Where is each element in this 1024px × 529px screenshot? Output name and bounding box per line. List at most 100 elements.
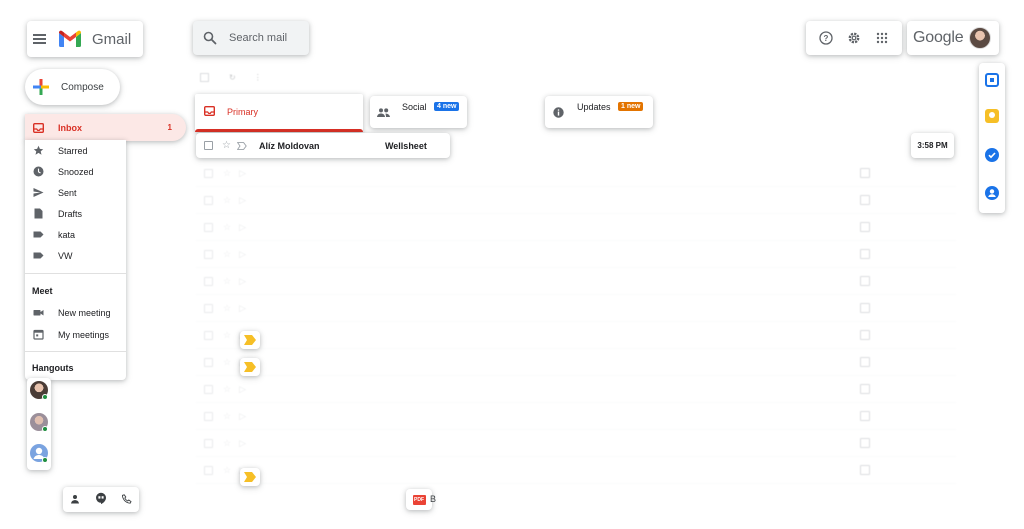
tab-social[interactable]: Social 4 new xyxy=(370,96,467,128)
apps-grid-icon[interactable] xyxy=(873,29,891,47)
meet-new-meeting[interactable]: New meeting xyxy=(25,302,126,323)
meet-heading: Meet xyxy=(32,286,53,296)
tab-updates[interactable]: Updates 1 new xyxy=(545,96,653,128)
inbox-icon xyxy=(204,106,215,116)
main-menu-icon[interactable] xyxy=(33,34,46,44)
plus-icon xyxy=(33,79,49,95)
sidebar-item-starred[interactable]: Starred xyxy=(25,140,126,161)
tab-social-label: Social xyxy=(402,102,427,112)
email-row[interactable]: ☆▷ xyxy=(196,430,956,457)
people-icon xyxy=(377,108,390,117)
person-icon[interactable] xyxy=(70,491,80,509)
help-icon[interactable]: ? xyxy=(817,29,835,47)
attachment-chip[interactable]: PDF xyxy=(406,489,432,510)
online-status-dot xyxy=(42,457,48,463)
calendar-icon xyxy=(33,329,44,340)
header-actions: ? xyxy=(806,21,902,55)
tab-social-badge: 4 new xyxy=(434,102,460,111)
send-icon xyxy=(33,187,44,198)
attachment-name[interactable]: B xyxy=(430,494,436,504)
tab-updates-label: Updates xyxy=(577,102,611,112)
online-status-dot xyxy=(42,426,48,432)
google-calendar-icon[interactable] xyxy=(985,73,999,87)
gmail-logo-icon xyxy=(59,30,81,47)
email-row[interactable]: ☆▷ xyxy=(196,376,956,403)
compose-label: Compose xyxy=(61,81,104,93)
settings-gear-icon[interactable] xyxy=(845,29,863,47)
email-row-selected[interactable]: ☆ Alíz Moldovan Wellsheet xyxy=(196,133,450,158)
sidebar-item-sent[interactable]: Sent xyxy=(25,182,126,203)
sidebar-item-inbox[interactable]: Inbox 1 xyxy=(25,114,186,141)
search-box[interactable]: Search mail xyxy=(193,21,309,55)
tab-primary-label: Primary xyxy=(227,107,258,117)
email-row[interactable]: ☆▷ xyxy=(196,295,956,322)
email-row[interactable]: ☆▷ xyxy=(196,349,956,376)
more-icon[interactable]: ⋮ xyxy=(254,73,262,82)
email-row[interactable]: ☆▷ xyxy=(196,214,956,241)
sidebar-item-vw[interactable]: VW xyxy=(25,245,126,266)
google-account[interactable]: Google xyxy=(907,21,999,55)
inbox-background: ↻ ⋮ ☆▷ ☆▷ ☆▷ ☆▷ ☆▷ ☆▷ ☆▷ ☆▷ ☆▷ ☆▷ ☆▷ ☆▷ xyxy=(0,0,1024,529)
email-row[interactable]: ☆▷ xyxy=(196,268,956,295)
inbox-unread-count: 1 xyxy=(167,123,172,132)
email-row[interactable]: ☆▷ xyxy=(196,403,956,430)
star-icon xyxy=(33,145,44,156)
select-all-checkbox[interactable] xyxy=(200,72,209,82)
divider xyxy=(25,351,126,352)
email-subject: Wellsheet xyxy=(384,140,427,151)
importance-tag[interactable] xyxy=(240,331,260,349)
email-sender: Alíz Moldovan xyxy=(258,140,320,151)
sidebar-item-drafts[interactable]: Drafts xyxy=(25,203,126,224)
gmail-app: ↻ ⋮ ☆▷ ☆▷ ☆▷ ☆▷ ☆▷ ☆▷ ☆▷ ☆▷ ☆▷ ☆▷ ☆▷ ☆▷ … xyxy=(0,0,1024,529)
tab-updates-badge: 1 new xyxy=(618,102,644,111)
importance-marker-icon xyxy=(244,362,256,372)
importance-marker-icon xyxy=(244,335,256,345)
divider xyxy=(25,273,126,274)
sidebar-item-snoozed[interactable]: Snoozed xyxy=(25,161,126,182)
importance-tag[interactable] xyxy=(240,358,260,376)
hangouts-heading: Hangouts xyxy=(32,363,74,373)
google-tasks-icon[interactable] xyxy=(985,148,999,162)
row-checkbox[interactable] xyxy=(204,141,213,150)
email-time: 3:58 PM xyxy=(911,133,954,158)
info-icon xyxy=(553,107,564,118)
email-row[interactable]: ☆▷ xyxy=(196,457,956,484)
email-row[interactable]: ☆▷ xyxy=(196,241,956,268)
sidebar-menu: Starred Snoozed Sent Drafts kata VW Meet… xyxy=(25,140,126,380)
label-icon xyxy=(33,229,44,240)
importance-tag[interactable] xyxy=(240,468,260,486)
google-wordmark: Google xyxy=(913,29,964,46)
inbox-icon xyxy=(33,122,44,133)
label-icon xyxy=(33,250,44,261)
refresh-icon[interactable]: ↻ xyxy=(229,73,236,82)
pdf-icon: PDF xyxy=(412,494,426,505)
email-row[interactable]: ☆▷ xyxy=(196,187,956,214)
search-input[interactable]: Search mail xyxy=(229,32,287,44)
gmail-logo-bar: Gmail xyxy=(27,21,143,57)
inbox-toolbar: ↻ ⋮ xyxy=(200,70,950,84)
account-avatar[interactable] xyxy=(969,27,992,49)
tab-primary[interactable]: Primary xyxy=(195,94,363,132)
svg-text:?: ? xyxy=(824,34,829,43)
online-status-dot xyxy=(42,394,48,400)
importance-marker-icon xyxy=(244,472,256,482)
tab-active-indicator xyxy=(195,129,363,132)
draft-icon xyxy=(33,208,44,219)
sidebar-item-kata[interactable]: kata xyxy=(25,224,126,245)
hangouts-contacts xyxy=(27,378,51,470)
google-keep-icon[interactable] xyxy=(985,109,999,123)
star-icon[interactable]: ☆ xyxy=(222,140,231,151)
search-icon[interactable] xyxy=(203,31,217,45)
gmail-wordmark: Gmail xyxy=(92,30,132,48)
phone-icon[interactable] xyxy=(121,491,132,509)
hangouts-bottom-bar xyxy=(63,487,139,512)
compose-button[interactable]: Compose xyxy=(25,69,120,105)
hangouts-chat-icon[interactable] xyxy=(95,491,107,509)
meet-my-meetings[interactable]: My meetings xyxy=(25,324,126,345)
email-row[interactable]: ☆▷ xyxy=(196,160,956,187)
email-row[interactable]: ☆▷ xyxy=(196,322,956,349)
google-contacts-icon[interactable] xyxy=(985,186,999,200)
importance-marker-icon[interactable] xyxy=(236,141,247,150)
clock-icon xyxy=(33,166,44,177)
side-panel-addons xyxy=(979,63,1005,213)
